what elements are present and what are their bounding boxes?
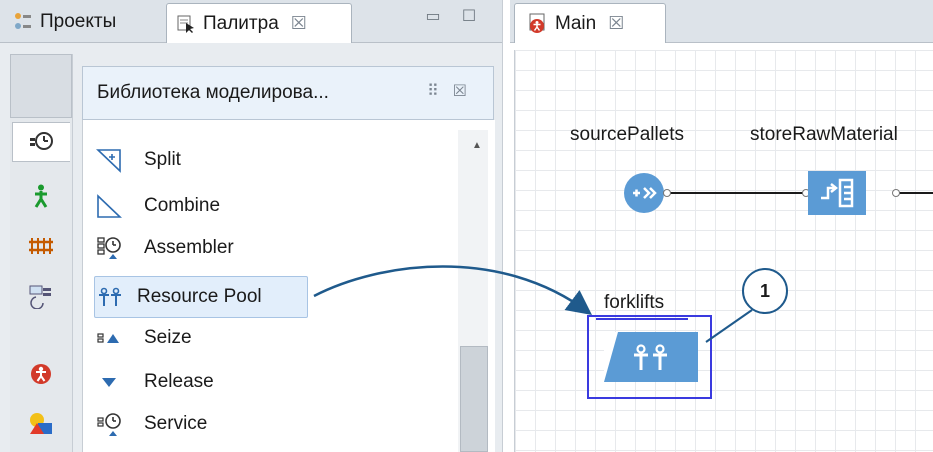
drag-arrow-path	[313, 265, 593, 315]
drag-arrow-overlay	[313, 265, 753, 343]
callout-marker: 1	[742, 268, 788, 314]
callout-leader	[705, 309, 753, 343]
callout-number: 1	[759, 280, 770, 301]
